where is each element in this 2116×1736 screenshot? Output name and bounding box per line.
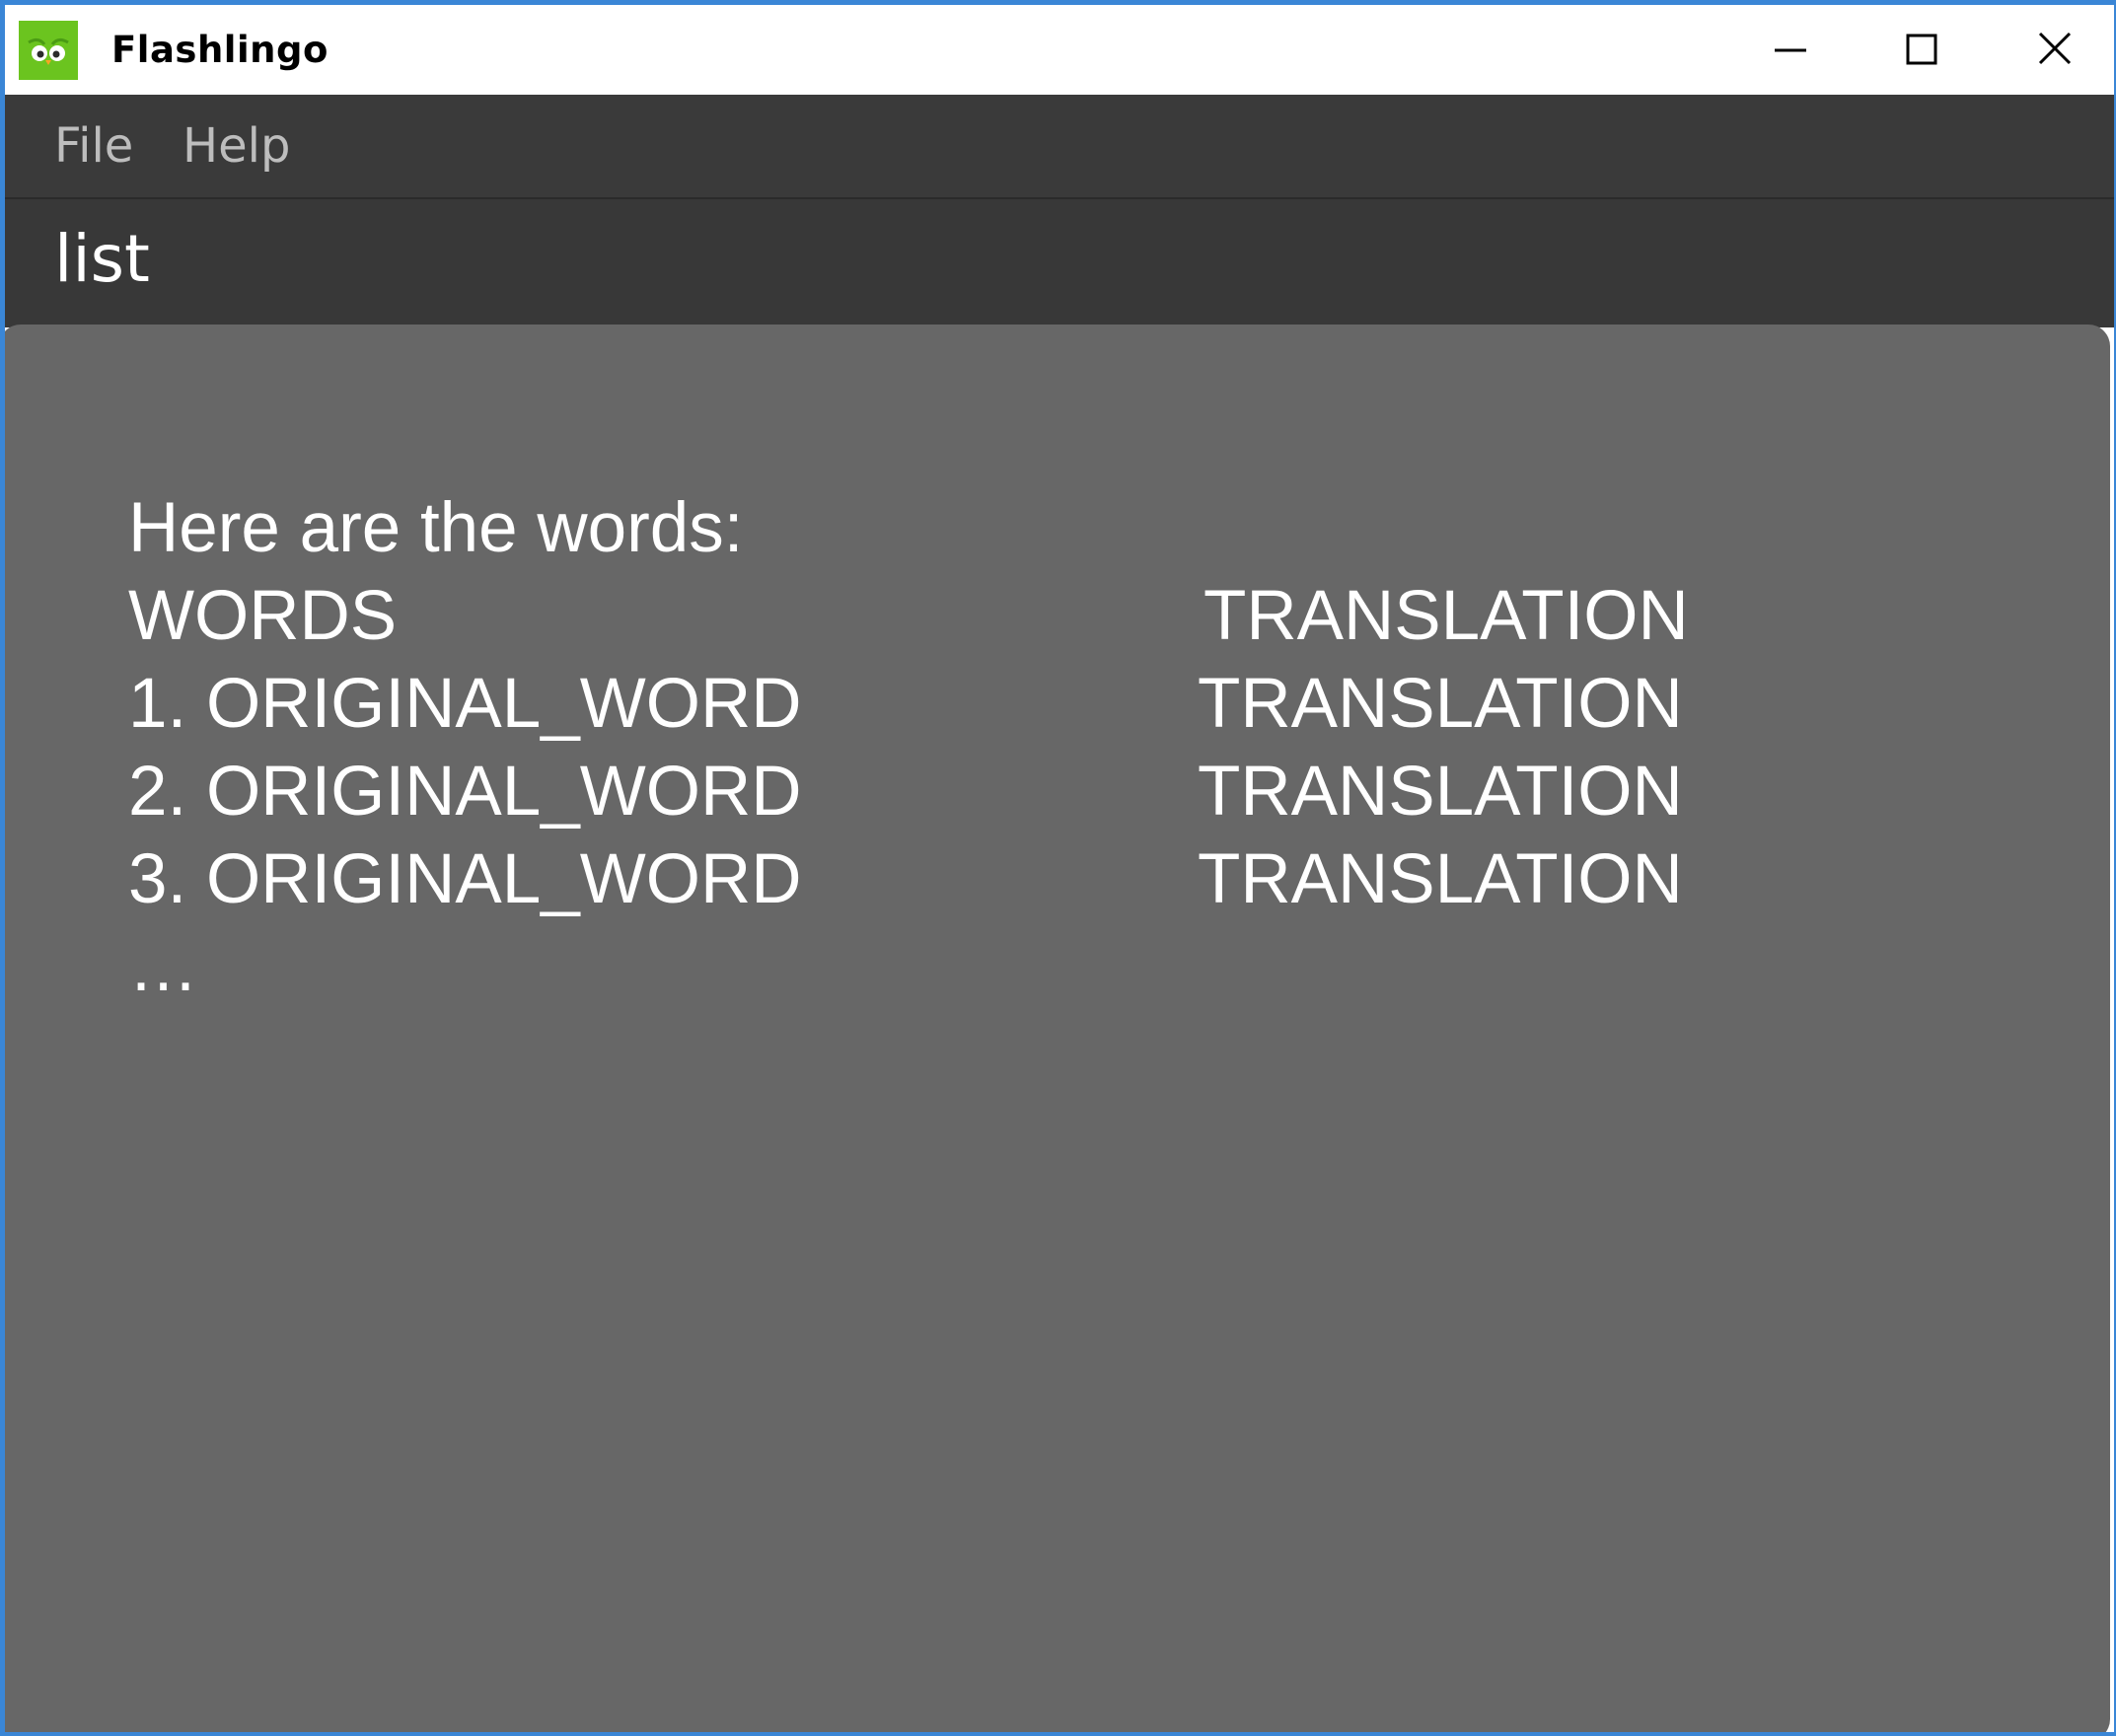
translation-word: TRANSLATION — [1198, 840, 1683, 918]
minimize-button[interactable] — [1723, 5, 1858, 95]
words-column-header: WORDS — [128, 577, 398, 655]
result-display[interactable]: Here are the words: WORDS TRANSLATION 1.… — [5, 325, 2110, 1732]
maximize-button[interactable] — [1856, 5, 1990, 95]
translation-column-header: TRANSLATION — [1204, 577, 1689, 655]
result-intro: Here are the words: — [128, 489, 744, 567]
original-word: 2. ORIGINAL_WORD — [128, 753, 802, 831]
original-word: 1. ORIGINAL_WORD — [128, 665, 802, 743]
ellipsis-text: … — [128, 928, 198, 1006]
menu-item-file[interactable]: File — [54, 118, 133, 174]
title-bar[interactable]: Flashlingo — [5, 5, 2114, 95]
command-box[interactable]: list — [5, 199, 2114, 327]
window-title: Flashlingo — [111, 29, 328, 71]
owl-app-icon — [19, 21, 78, 80]
translation-word: TRANSLATION — [1198, 753, 1683, 831]
menu-bar: File Help — [5, 95, 2114, 199]
original-word: 3. ORIGINAL_WORD — [128, 840, 802, 918]
close-button[interactable] — [1988, 5, 2114, 95]
menu-item-help[interactable]: Help — [182, 118, 290, 174]
translation-word: TRANSLATION — [1198, 665, 1683, 743]
close-icon — [2038, 32, 2072, 65]
app-window: Flashlingo File Help list Here are the w… — [0, 0, 2116, 1736]
maximize-icon — [1906, 34, 1937, 65]
command-input[interactable]: list — [54, 221, 150, 297]
minimize-icon — [1775, 48, 1806, 52]
